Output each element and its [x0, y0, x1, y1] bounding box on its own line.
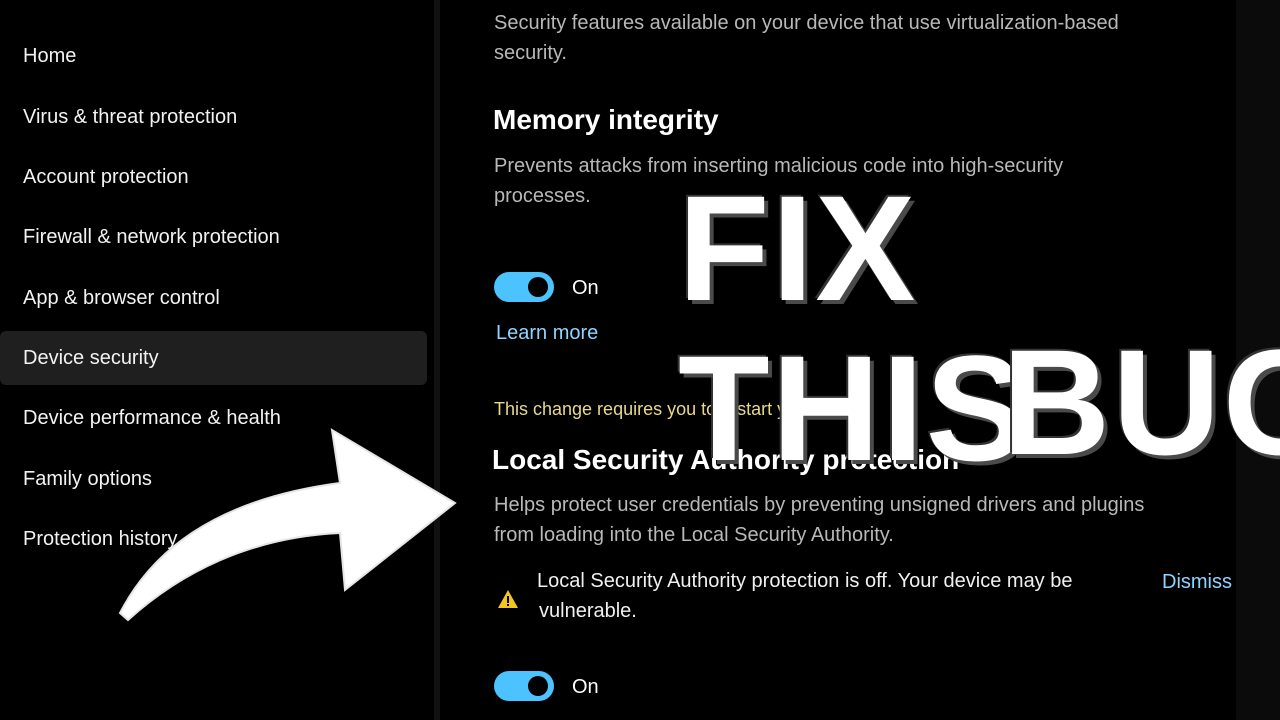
- lsa-desc-line1: Helps protect user credentials by preven…: [494, 494, 1145, 516]
- sidebar-item-label: Device security: [23, 346, 159, 369]
- lsa-desc-line2: from loading into the Local Security Aut…: [494, 524, 894, 546]
- sidebar-item-label: Virus & threat protection: [23, 105, 238, 128]
- memory-integrity-toggle-state: On: [572, 277, 599, 299]
- sidebar-item-label: Account protection: [23, 165, 189, 188]
- lsa-warning-line1: Local Security Authority protection is o…: [537, 570, 1073, 592]
- toggle-knob: [528, 676, 548, 696]
- sidebar-item-account[interactable]: Account protection: [0, 150, 427, 204]
- sidebar-item-firewall[interactable]: Firewall & network protection: [0, 210, 427, 264]
- sidebar-item-virus-threat[interactable]: Virus & threat protection: [0, 90, 427, 144]
- toggle-knob: [528, 277, 548, 297]
- sidebar-item-app-browser[interactable]: App & browser control: [0, 271, 427, 325]
- sidebar-item-label: App & browser control: [23, 286, 220, 309]
- sidebar-item-device-security[interactable]: Device security: [0, 331, 427, 385]
- lsa-toggle-state: On: [572, 676, 599, 698]
- memory-integrity-desc-line2: processes.: [494, 185, 591, 207]
- dismiss-link[interactable]: Dismiss: [1162, 571, 1232, 594]
- arrow-graphic: [118, 428, 457, 622]
- memory-integrity-toggle[interactable]: [494, 272, 554, 302]
- warning-icon: [498, 590, 518, 608]
- sidebar-item-home[interactable]: Home: [0, 29, 427, 83]
- overlay-title-line2: BUG: [1002, 318, 1280, 486]
- learn-more-link[interactable]: Learn more: [496, 322, 598, 345]
- intro-text-line2: security.: [494, 42, 567, 64]
- lsa-toggle[interactable]: [494, 671, 554, 701]
- memory-integrity-title: Memory integrity: [493, 104, 719, 135]
- intro-text-line1: Security features available on your devi…: [494, 12, 1119, 34]
- sidebar-item-label: Home: [23, 44, 77, 67]
- sidebar-item-label: Firewall & network protection: [23, 225, 280, 248]
- lsa-warning-line2: vulnerable.: [539, 600, 637, 622]
